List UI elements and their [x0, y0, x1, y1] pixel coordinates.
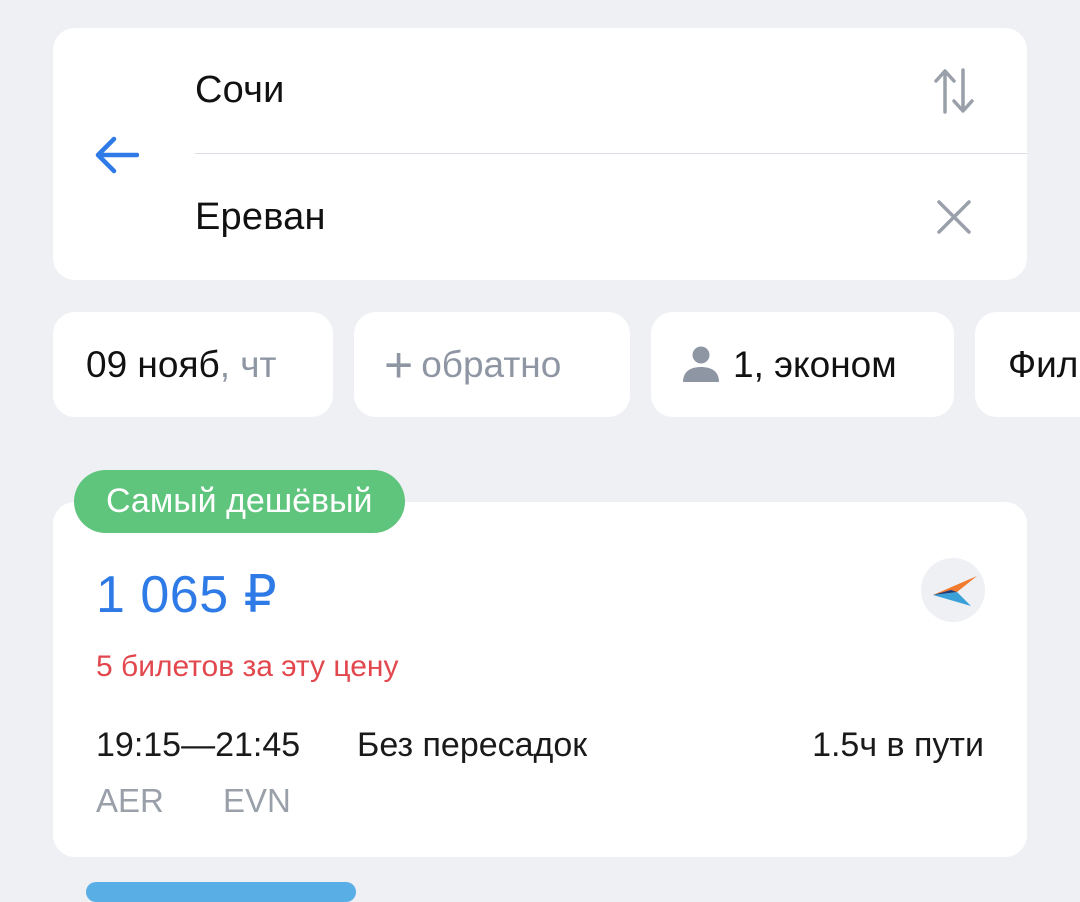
departure-airport: AER: [96, 782, 164, 819]
flight-duration: 1.5ч в пути: [812, 726, 984, 764]
ticket-card[interactable]: 1 065 ₽ 5 билетов за эту цену 19:15—21:4…: [53, 502, 1027, 857]
flight-times: 19:15—21:45: [96, 726, 300, 765]
airline-logo-icon: [921, 558, 985, 622]
destination-city: Ереван: [195, 195, 326, 238]
tickets-left-notice: 5 билетов за эту цену: [96, 650, 399, 683]
passengers-label: 1, эконом: [733, 343, 897, 385]
date-label: 09 нояб: [86, 343, 220, 385]
return-label: обратно: [421, 343, 562, 385]
filter-chips: 09 нояб, чт + обратно 1, эконом Фил: [53, 312, 1080, 417]
person-icon: [681, 346, 721, 384]
passengers-chip[interactable]: 1, эконом: [651, 312, 954, 417]
next-card-badge: [86, 882, 356, 902]
swap-button[interactable]: [929, 66, 979, 116]
arrival-airport: EVN: [223, 782, 291, 819]
ticket-price: 1 065 ₽: [96, 566, 278, 624]
cheapest-badge: Самый дешёвый: [74, 470, 405, 533]
weekday-label: , чт: [219, 343, 277, 385]
plus-icon: +: [384, 336, 414, 393]
arrow-left-icon: [95, 136, 139, 174]
clear-destination-button[interactable]: [929, 192, 979, 242]
stops-info: Без пересадок: [357, 726, 588, 764]
origin-city: Сочи: [195, 69, 285, 111]
destination-field[interactable]: Ереван: [195, 154, 1027, 280]
arrival-time: 21:45: [215, 726, 301, 764]
swap-vertical-icon: [934, 67, 974, 114]
filters-label: Фил: [1008, 343, 1079, 385]
departure-time: 19:15: [96, 726, 182, 764]
origin-field[interactable]: Сочи: [195, 28, 1027, 154]
back-button[interactable]: [91, 130, 141, 180]
filters-chip[interactable]: Фил: [975, 312, 1080, 417]
route-card: Сочи Ереван: [53, 28, 1027, 280]
return-date-chip[interactable]: + обратно: [354, 312, 630, 417]
close-icon: [937, 200, 971, 234]
times-separator: —: [181, 726, 216, 764]
date-chip[interactable]: 09 нояб, чт: [53, 312, 333, 417]
